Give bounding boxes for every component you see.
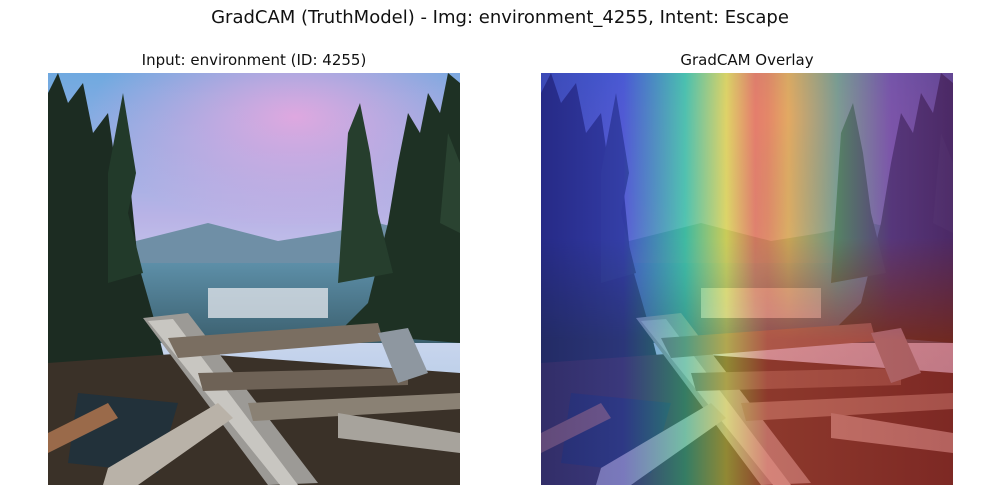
gradcam-overlay-image xyxy=(541,73,953,485)
input-image xyxy=(48,73,460,485)
figure-title: GradCAM (TruthModel) - Img: environment_… xyxy=(211,7,789,28)
overlay-panel-title: GradCAM Overlay xyxy=(680,51,814,69)
input-panel-title: Input: environment (ID: 4255) xyxy=(141,51,367,69)
